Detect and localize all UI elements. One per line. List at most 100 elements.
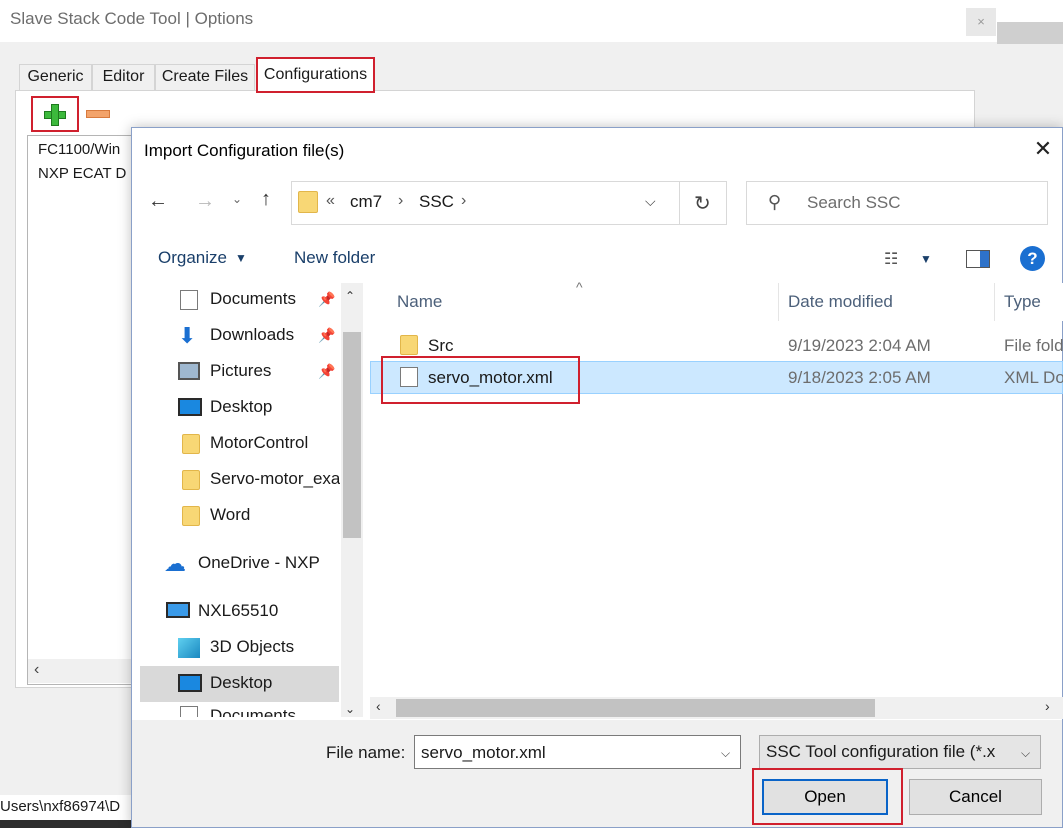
pin-icon: 📌 <box>318 327 336 343</box>
nav-item-desktop-selected[interactable]: Desktop <box>140 667 340 703</box>
back-arrow-icon[interactable]: ← <box>148 190 168 213</box>
background-strip <box>997 0 1063 22</box>
up-arrow-icon[interactable]: ↑ <box>261 188 271 211</box>
nav-item-label: Pictures <box>210 361 272 380</box>
breadcrumb-separator[interactable]: › <box>398 192 403 210</box>
status-path-text: Users\nxf86974\D <box>0 798 121 815</box>
plus-icon-center <box>52 112 58 118</box>
file-type-value[interactable]: SSC Tool configuration file (*.x <box>766 742 995 762</box>
nav-item-servo-motor[interactable]: Servo-motor_exa <box>140 463 340 499</box>
nav-item-documents-partial[interactable]: Documents <box>140 703 340 717</box>
computer-icon <box>166 602 190 618</box>
column-divider[interactable] <box>994 283 995 321</box>
folder-icon <box>182 506 200 526</box>
documents-icon <box>180 706 198 717</box>
file-date: 9/18/2023 2:05 AM <box>788 368 931 387</box>
scroll-left-icon[interactable]: ‹ <box>34 661 39 679</box>
breadcrumb-cm7[interactable]: cm7 <box>350 192 382 212</box>
scroll-down-icon[interactable]: ⌄ <box>345 702 355 716</box>
options-close-button[interactable]: × <box>966 8 996 36</box>
pictures-icon <box>178 362 200 380</box>
breadcrumb-separator[interactable]: › <box>461 192 466 210</box>
tab-create-files[interactable]: Create Files <box>155 64 255 90</box>
onedrive-icon: ☁ <box>164 551 186 576</box>
nav-item-motorcontrol[interactable]: MotorControl <box>140 427 340 463</box>
preview-pane-icon[interactable] <box>966 250 990 268</box>
tab-editor[interactable]: Editor <box>92 64 155 90</box>
chevron-down-icon[interactable]: ⌵ <box>645 193 656 210</box>
column-header-date-modified[interactable]: Date modified <box>788 292 893 312</box>
view-options-icon[interactable]: ☷ <box>884 249 898 269</box>
dialog-title: Import Configuration file(s) <box>144 141 345 160</box>
tab-generic[interactable]: Generic <box>19 64 92 90</box>
chevron-down-icon[interactable]: ⌵ <box>1021 746 1030 761</box>
folder-icon <box>400 335 418 355</box>
nav-item-label: MotorControl <box>210 433 309 452</box>
nav-item-label: Documents <box>210 706 296 717</box>
3d-objects-icon <box>178 638 200 658</box>
nav-item-this-pc[interactable]: NXL65510 <box>140 595 340 631</box>
nav-item-label: 3D Objects <box>210 637 295 656</box>
folder-icon <box>298 191 318 213</box>
column-header-name[interactable]: Name <box>397 292 442 312</box>
recent-locations-chevron-icon[interactable]: ⌄ <box>232 192 242 206</box>
tab-configurations[interactable]: Configurations <box>256 57 375 93</box>
pin-icon: 📌 <box>318 291 336 307</box>
address-overflow[interactable]: « <box>326 192 335 210</box>
downloads-icon: ⬇ <box>178 323 197 348</box>
column-header-type[interactable]: Type <box>1004 292 1041 312</box>
navigation-scroll-thumb[interactable] <box>343 332 361 538</box>
address-divider <box>679 182 680 224</box>
nav-item-desktop[interactable]: Desktop <box>140 391 340 427</box>
scroll-left-icon[interactable]: ‹ <box>376 698 381 714</box>
configuration-list[interactable]: FC1100/Win NXP ECAT D <box>27 135 147 685</box>
file-name: Src <box>428 336 454 355</box>
nav-item-pictures[interactable]: Pictures 📌 <box>140 355 340 391</box>
nav-item-3d-objects[interactable]: 3D Objects <box>140 631 340 667</box>
dialog-close-button[interactable]: ✕ <box>1030 136 1056 162</box>
configuration-list-scrollbar[interactable] <box>28 659 138 683</box>
scroll-right-icon[interactable]: › <box>1045 698 1050 714</box>
help-icon[interactable]: ? <box>1020 246 1045 271</box>
nav-item-label: Word <box>210 505 251 524</box>
caret-down-icon[interactable]: ▼ <box>920 252 932 266</box>
remove-configuration-button[interactable] <box>86 110 110 118</box>
configuration-list-item[interactable]: NXP ECAT D <box>38 165 126 182</box>
forward-arrow-icon[interactable]: → <box>195 190 215 213</box>
file-name-value[interactable]: servo_motor.xml <box>421 743 546 763</box>
new-folder-button[interactable]: New folder <box>294 248 375 268</box>
scroll-up-icon[interactable]: ⌃ <box>345 289 355 303</box>
nav-item-downloads[interactable]: ⬇ Downloads 📌 <box>140 319 340 355</box>
nav-item-onedrive[interactable]: ☁ OneDrive - NXP <box>140 547 340 583</box>
nav-item-label: NXL65510 <box>198 601 279 620</box>
file-name-label: File name: <box>326 743 406 762</box>
chevron-down-icon[interactable]: ⌵ <box>721 746 730 761</box>
pin-icon: 📌 <box>318 363 336 379</box>
sort-ascending-icon: ^ <box>576 279 583 295</box>
documents-icon <box>180 290 198 310</box>
desktop-icon <box>178 674 202 692</box>
file-type: XML Do <box>1004 368 1063 387</box>
column-divider[interactable] <box>778 283 779 321</box>
search-icon: ⚲ <box>768 192 782 212</box>
caret-down-icon[interactable]: ▼ <box>235 251 247 265</box>
nav-item-label: Downloads <box>210 325 295 344</box>
file-list-hscroll-thumb[interactable] <box>396 699 875 717</box>
file-type: File fold <box>1004 336 1063 355</box>
configuration-list-item[interactable]: FC1100/Win <box>38 141 120 158</box>
cancel-button[interactable]: Cancel <box>909 779 1042 815</box>
nav-item-label: Documents <box>210 289 296 308</box>
breadcrumb-ssc[interactable]: SSC <box>419 192 454 212</box>
nav-item-label: Desktop <box>210 397 273 416</box>
refresh-icon[interactable]: ↻ <box>694 191 711 216</box>
add-configuration-button[interactable] <box>31 96 79 132</box>
nav-item-word[interactable]: Word <box>140 499 340 535</box>
file-list-header <box>370 283 1063 321</box>
organize-button[interactable]: Organize <box>158 248 227 268</box>
nav-item-label: Servo-motor_exa <box>210 469 340 488</box>
nav-item-label: Desktop <box>210 673 273 692</box>
folder-icon <box>182 470 200 490</box>
nav-item-documents[interactable]: Documents 📌 <box>140 283 340 319</box>
open-button[interactable]: Open <box>762 779 888 815</box>
file-date: 9/19/2023 2:04 AM <box>788 336 931 355</box>
